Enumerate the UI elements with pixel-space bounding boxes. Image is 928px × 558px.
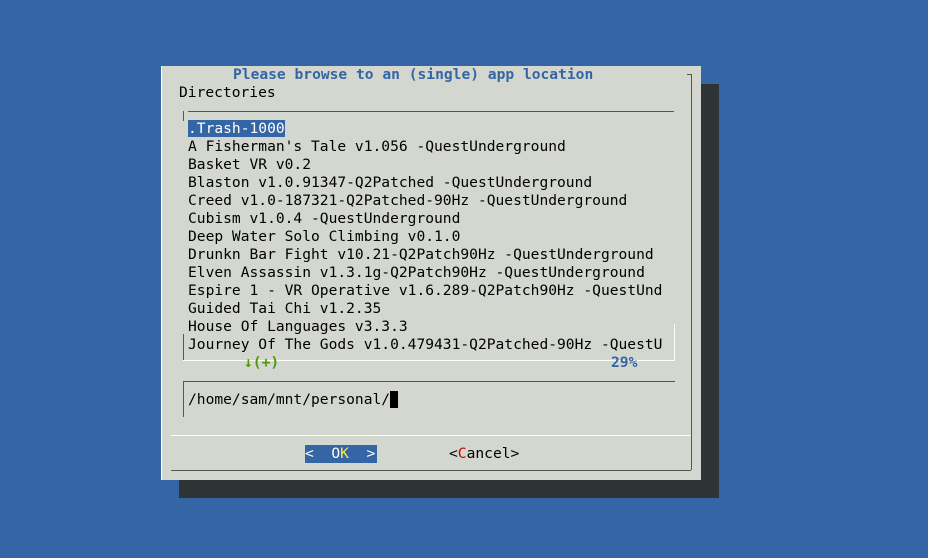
list-item[interactable]: Drunkn Bar Fight v10.21-Q2Patch90Hz -Que…: [188, 246, 675, 264]
list-top-border: [188, 111, 674, 112]
list-left-top-border: [183, 111, 184, 121]
list-item[interactable]: Journey Of The Gods v1.0.479431-Q2Patche…: [188, 336, 675, 354]
input-left-border: [183, 381, 184, 417]
ok-button-right: >: [348, 445, 376, 462]
frame-right-line: [691, 74, 692, 470]
list-left-bottom-border: [183, 334, 184, 360]
list-item[interactable]: House Of Languages v3.3.3: [188, 318, 675, 336]
list-item[interactable]: Cubism v1.0.4 -QuestUnderground: [188, 210, 675, 228]
frame-left-edge: [161, 66, 162, 480]
scroll-percent: 29%: [611, 354, 638, 371]
list-item-label: .Trash-1000: [188, 120, 285, 137]
path-input-value: /home/sam/mnt/personal/: [188, 391, 391, 408]
ok-button[interactable]: < OK >: [305, 445, 377, 463]
scroll-down-indicator: ↓(+): [244, 354, 280, 371]
ok-button-hotkey: K: [340, 445, 349, 462]
list-item[interactable]: Elven Assassin v1.3.1g-Q2Patch90Hz -Ques…: [188, 264, 675, 282]
frame-corner: [687, 74, 692, 75]
list-item[interactable]: Guided Tai Chi v1.2.35: [188, 300, 675, 318]
cancel-button-right: ancel>: [466, 445, 520, 462]
frame-bottom-line: [171, 470, 691, 471]
path-input[interactable]: /home/sam/mnt/personal/: [188, 391, 399, 409]
list-item[interactable]: Creed v1.0-187321-Q2Patched-90Hz -QuestU…: [188, 192, 675, 210]
file-browser-dialog: Please browse to an (single) app locatio…: [161, 66, 701, 480]
directories-label: Directories: [179, 84, 276, 101]
cancel-button-left: <: [449, 445, 458, 462]
list-item[interactable]: Deep Water Solo Climbing v0.1.0: [188, 228, 675, 246]
list-item[interactable]: .Trash-1000: [188, 120, 675, 138]
list-item[interactable]: Blaston v1.0.91347-Q2Patched -QuestUnder…: [188, 174, 675, 192]
cancel-button-hotkey: C: [457, 445, 467, 462]
text-cursor: [390, 391, 399, 408]
list-item[interactable]: Espire 1 - VR Operative v1.6.289-Q2Patch…: [188, 282, 675, 300]
list-item[interactable]: Basket VR v0.2: [188, 156, 675, 174]
button-separator: [171, 435, 691, 436]
ok-button-left: < O: [305, 445, 341, 462]
dialog-title: Please browse to an (single) app locatio…: [233, 66, 594, 83]
input-top-border: [183, 381, 675, 382]
list-item[interactable]: A Fisherman's Tale v1.056 -QuestUndergro…: [188, 138, 675, 156]
cancel-button[interactable]: <Cancel>: [449, 445, 519, 463]
